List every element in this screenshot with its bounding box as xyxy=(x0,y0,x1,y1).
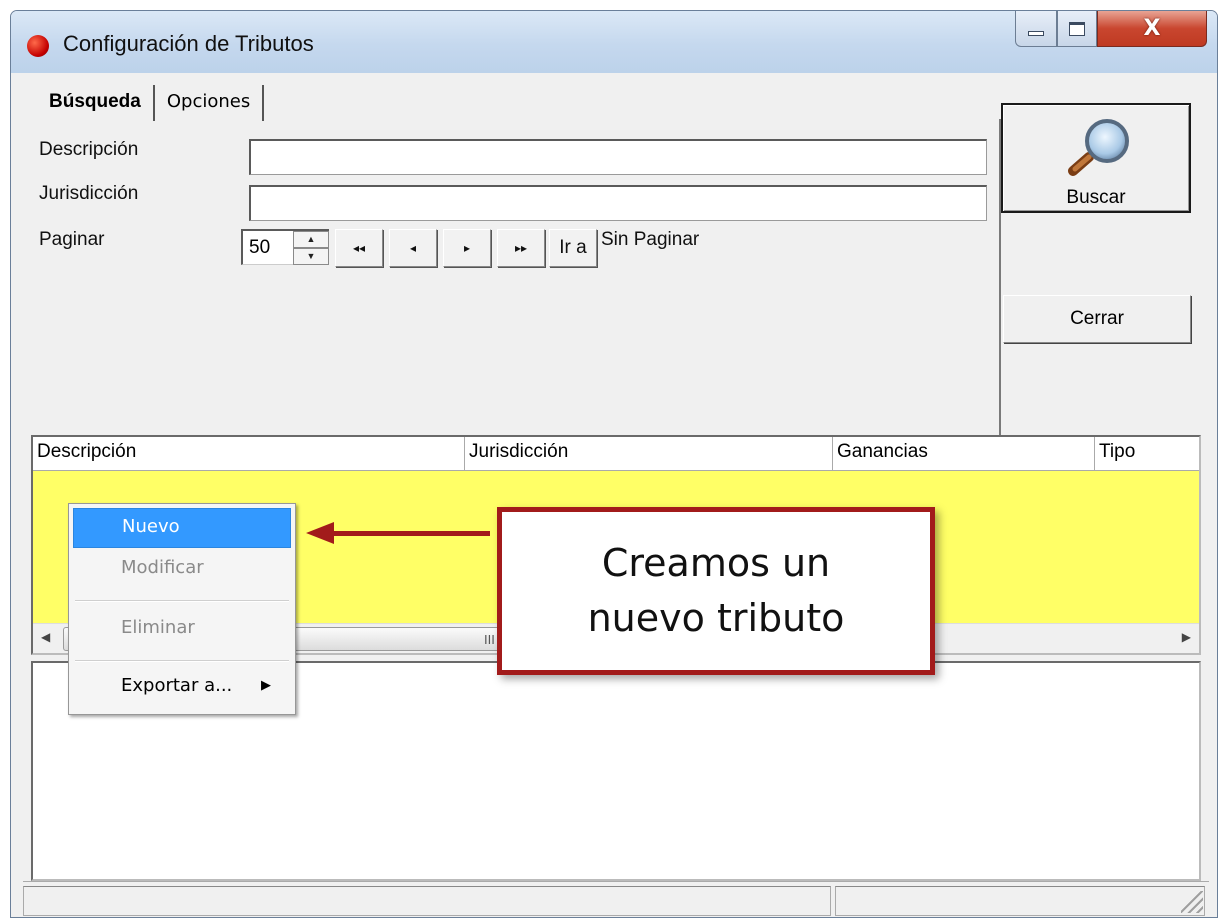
col-ganancias[interactable]: Ganancias xyxy=(833,437,1095,471)
col-descripcion[interactable]: Descripción xyxy=(33,437,465,471)
client-area: Búsqueda Opciones Descripción Jurisdicci… xyxy=(23,73,1209,917)
submenu-arrow-icon: ▶ xyxy=(261,678,271,693)
menu-separator xyxy=(75,660,289,662)
col-tipo[interactable]: Tipo xyxy=(1095,437,1199,471)
app-icon xyxy=(27,35,49,57)
last-page-button[interactable]: ▸▸ xyxy=(497,229,545,267)
spin-down-icon[interactable]: ▼ xyxy=(293,248,329,265)
callout-arrow-head-icon xyxy=(306,522,334,544)
scroll-left-icon[interactable]: ◀ xyxy=(41,630,50,644)
title-bar[interactable]: Configuración de Tributos X xyxy=(11,11,1217,73)
menu-separator xyxy=(75,600,289,602)
buscar-button[interactable]: Buscar xyxy=(1001,103,1191,213)
status-bar xyxy=(23,881,1209,917)
maximize-button[interactable] xyxy=(1057,11,1097,47)
jurisdiccion-label: Jurisdicción xyxy=(39,183,139,204)
resize-grip-icon[interactable] xyxy=(1181,891,1203,913)
cerrar-button[interactable]: Cerrar xyxy=(1003,295,1191,343)
next-page-button[interactable]: ▸ xyxy=(443,229,491,267)
search-panel: Descripción Jurisdicción Paginar xyxy=(31,119,1001,479)
descripcion-label: Descripción xyxy=(39,139,139,160)
callout-line-2: nuevo tributo xyxy=(587,596,845,640)
menu-item-eliminar[interactable]: Eliminar xyxy=(73,610,291,650)
tab-busqueda[interactable]: Búsqueda xyxy=(37,85,155,121)
col-jurisdiccion[interactable]: Jurisdicción xyxy=(465,437,833,471)
menu-item-modificar[interactable]: Modificar xyxy=(73,550,291,590)
jurisdiccion-input[interactable] xyxy=(249,185,987,221)
context-menu: Nuevo Modificar Eliminar Exportar a... ▶ xyxy=(68,503,296,715)
paging-status: Sin Paginar xyxy=(601,229,700,250)
menu-item-exportar-label: Exportar a... xyxy=(121,675,233,696)
menu-item-nuevo[interactable]: Nuevo xyxy=(73,508,291,548)
descripcion-input[interactable] xyxy=(249,139,987,175)
minimize-icon xyxy=(1028,31,1044,36)
tab-opciones[interactable]: Opciones xyxy=(155,85,265,121)
callout-line-1: Creamos un xyxy=(601,540,831,585)
close-icon: X xyxy=(1143,16,1161,41)
buscar-label: Buscar xyxy=(1066,187,1126,208)
status-pane-left xyxy=(23,886,831,916)
status-pane-right xyxy=(835,886,1205,916)
first-page-button[interactable]: ◂◂ xyxy=(335,229,383,267)
scroll-grip: III xyxy=(484,632,495,647)
prev-page-button[interactable]: ◂ xyxy=(389,229,437,267)
close-button[interactable]: X xyxy=(1097,11,1207,47)
menu-item-exportar[interactable]: Exportar a... ▶ xyxy=(73,668,291,708)
maximize-icon xyxy=(1069,21,1085,36)
main-window: Configuración de Tributos X Búsqueda Opc… xyxy=(10,10,1218,918)
callout-arrow-line xyxy=(330,531,490,536)
magnifier-icon xyxy=(1068,119,1129,176)
annotation-callout: Creamos un nuevo tributo xyxy=(497,507,935,675)
paginar-label: Paginar xyxy=(39,229,105,250)
spin-up-icon[interactable]: ▲ xyxy=(293,231,329,248)
paginar-spinner[interactable]: ▲ ▼ xyxy=(293,231,329,265)
minimize-button[interactable] xyxy=(1015,11,1057,47)
ir-a-button[interactable]: Ir a xyxy=(549,229,597,267)
scroll-right-icon[interactable]: ▶ xyxy=(1182,630,1191,644)
grid-header: Descripción Jurisdicción Ganancias Tipo xyxy=(33,437,1199,471)
window-title: Configuración de Tributos xyxy=(63,31,314,56)
